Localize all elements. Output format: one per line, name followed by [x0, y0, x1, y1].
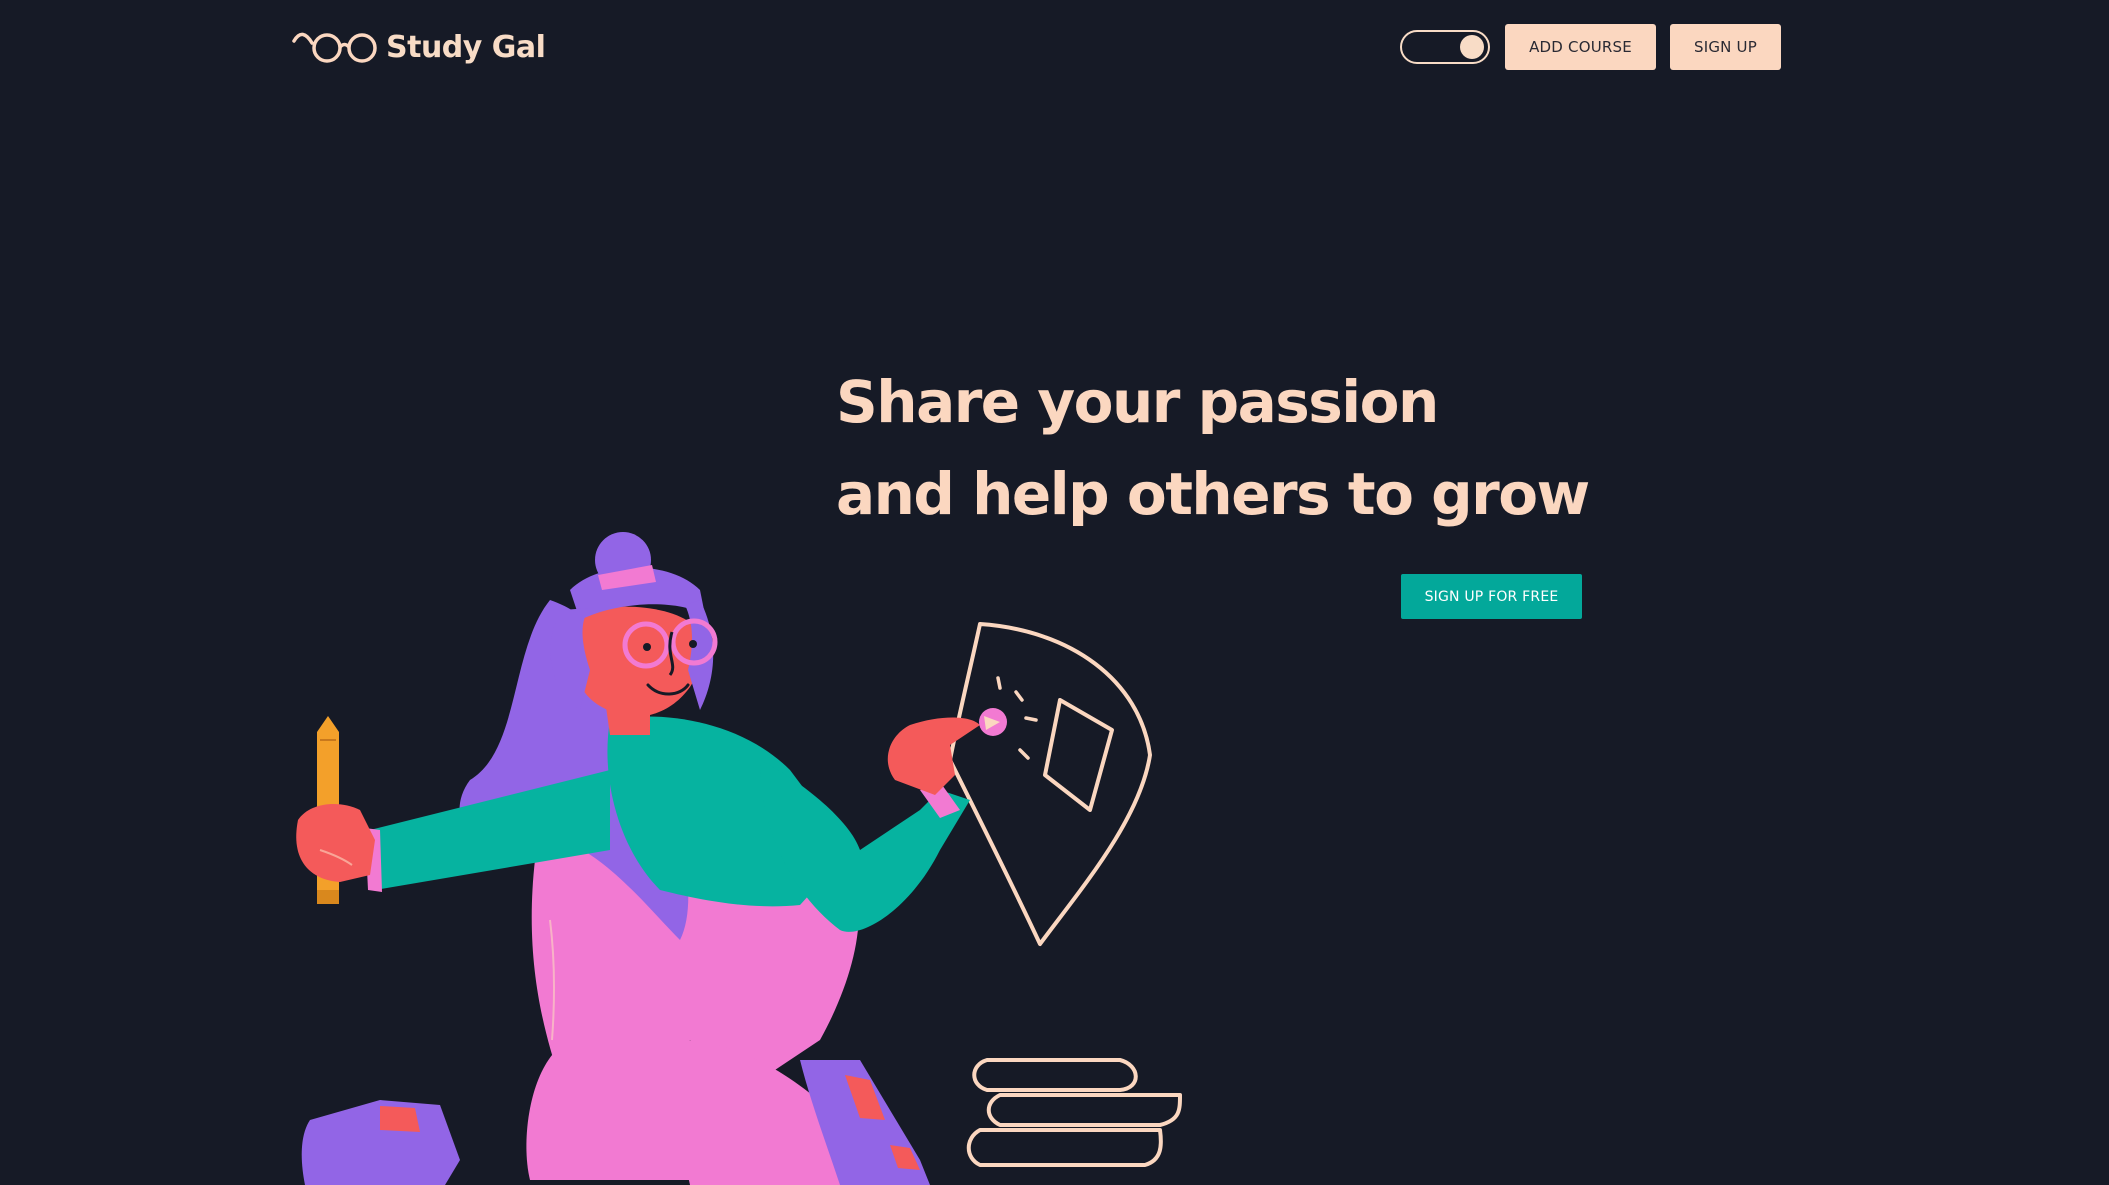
brand-logo[interactable]: Study Gal	[292, 26, 546, 68]
toggle-knob	[1460, 35, 1484, 59]
hero-title-line-1: Share your passion	[836, 368, 1439, 436]
glasses-icon	[292, 32, 377, 63]
sign-up-button[interactable]: SIGN UP	[1670, 24, 1781, 70]
landing-page: Study Gal ADD COURSE SIGN UP Share your …	[0, 0, 2109, 1185]
sign-up-for-free-button[interactable]: SIGN UP FOR FREE	[1401, 574, 1582, 619]
hero-illustration	[296, 532, 1182, 1185]
brand-name: Study Gal	[386, 29, 546, 65]
paper-sheet-icon	[948, 622, 1152, 946]
books-stack-icon	[966, 1058, 1182, 1167]
woman-figure	[296, 532, 1007, 1185]
add-course-button[interactable]: ADD COURSE	[1505, 24, 1656, 70]
theme-toggle-switch[interactable]	[1400, 30, 1490, 64]
hero-title: Share your passion and help others to gr…	[836, 356, 1590, 540]
